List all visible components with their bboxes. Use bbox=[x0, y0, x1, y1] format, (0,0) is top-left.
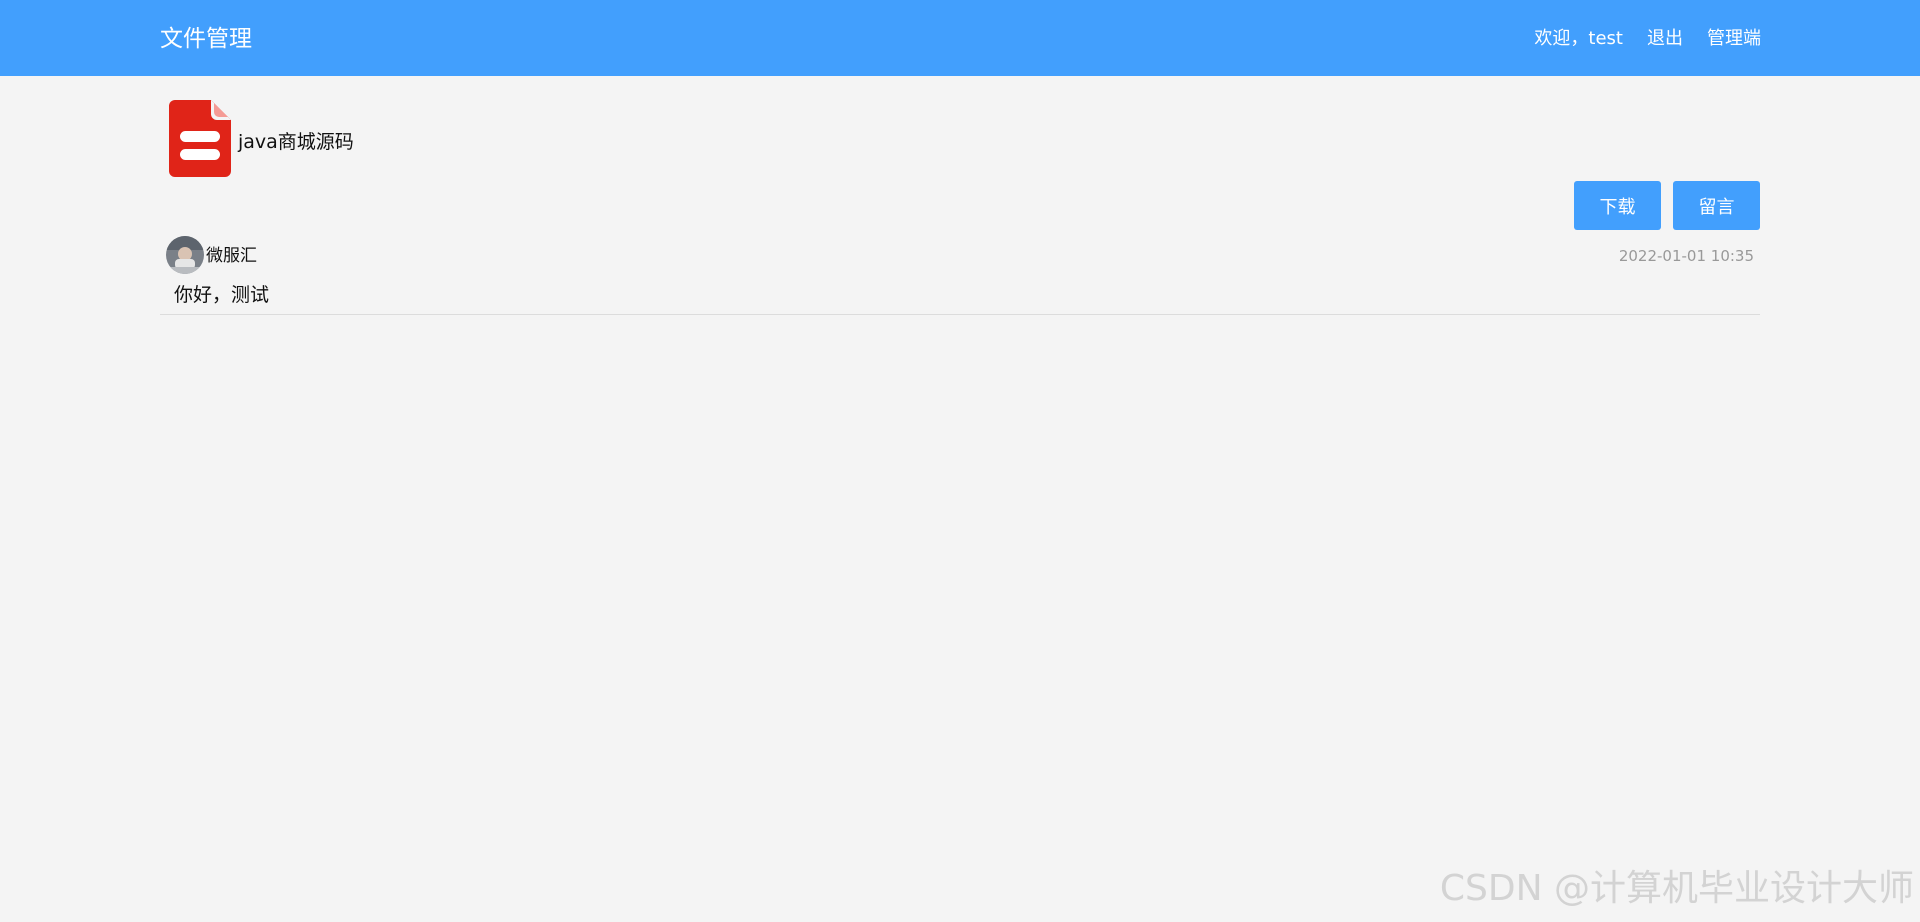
document-icon bbox=[169, 100, 231, 177]
download-button[interactable]: 下载 bbox=[1574, 181, 1661, 230]
comment-button[interactable]: 留言 bbox=[1673, 181, 1760, 230]
avatar-photo-icon bbox=[166, 236, 204, 274]
top-nav-bar: 文件管理 欢迎，test 退出 管理端 bbox=[0, 0, 1920, 76]
user-nav: 欢迎，test 退出 管理端 bbox=[1534, 27, 1761, 51]
avatar bbox=[166, 236, 204, 274]
welcome-user-link[interactable]: 欢迎，test bbox=[1534, 27, 1623, 51]
comment-author: 微服汇 bbox=[206, 246, 257, 266]
admin-link[interactable]: 管理端 bbox=[1707, 27, 1761, 51]
comment-time: 2022-01-01 10:35 bbox=[1618, 247, 1754, 265]
file-name: java商城源码 bbox=[238, 131, 354, 153]
comment-text: 你好，测试 bbox=[174, 284, 270, 306]
document-icon-graphic bbox=[169, 100, 231, 177]
logout-link[interactable]: 退出 bbox=[1647, 27, 1683, 51]
comment-item: 微服汇 2022-01-01 10:35 你好，测试 bbox=[160, 234, 1760, 315]
watermark: CSDN @计算机毕业设计大师 bbox=[1439, 868, 1914, 909]
brand-title[interactable]: 文件管理 bbox=[160, 24, 252, 54]
